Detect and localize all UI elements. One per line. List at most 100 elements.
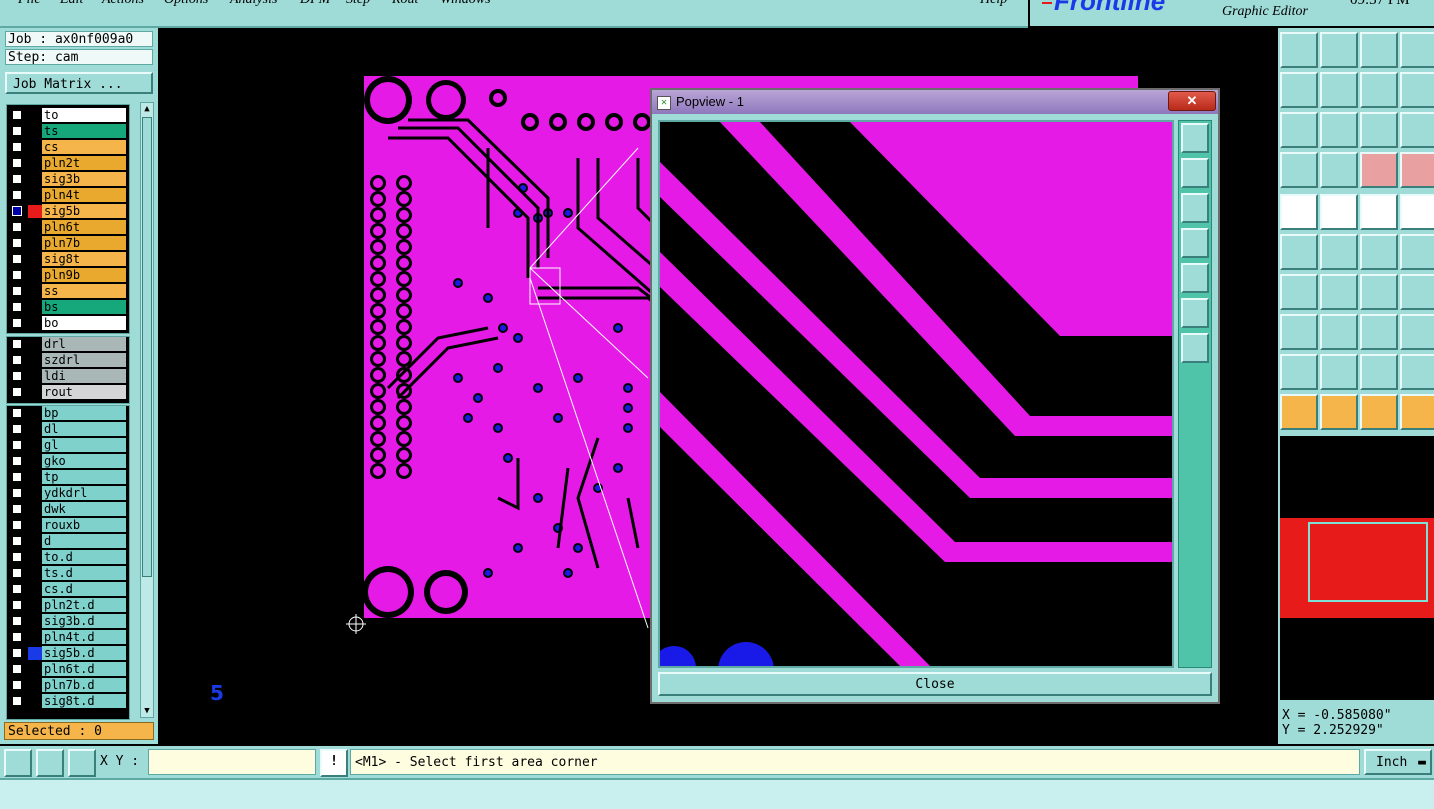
minus-icon[interactable]	[1320, 314, 1358, 350]
expand-icon[interactable]	[1181, 333, 1209, 363]
layer-row[interactable]: pln7b.d	[8, 678, 126, 693]
layer-row[interactable]: pln6t	[8, 220, 126, 235]
overview-window[interactable]	[1308, 522, 1428, 602]
popview-viewport[interactable]	[658, 120, 1174, 668]
layer-name[interactable]: d	[42, 534, 126, 548]
layer-checkbox[interactable]	[12, 387, 22, 397]
layer-name[interactable]: sig5b.d	[42, 646, 126, 660]
layer-name[interactable]: sig8t.d	[42, 694, 126, 708]
select-box-icon[interactable]	[1320, 394, 1358, 430]
overview-map[interactable]	[1280, 436, 1434, 700]
layer-name[interactable]: pln2t	[42, 156, 126, 170]
menu-options[interactable]: Options	[164, 0, 208, 8]
scroll-up-icon[interactable]: ▲	[142, 104, 152, 114]
layer-checkbox[interactable]	[12, 339, 22, 349]
connect-icon[interactable]	[1280, 234, 1318, 270]
layer-name[interactable]: bo	[42, 316, 126, 330]
grid-icon[interactable]	[1320, 152, 1358, 188]
layer-row[interactable]: ldi	[8, 369, 126, 384]
layer-checkbox[interactable]	[12, 318, 22, 328]
rotate-icon[interactable]	[1360, 274, 1398, 310]
layer-name[interactable]: sig8t	[42, 252, 126, 266]
layer-row[interactable]: rouxb	[8, 518, 126, 533]
layer-checkbox[interactable]	[12, 158, 22, 168]
layer-checkbox[interactable]	[12, 552, 22, 562]
pad-add-icon[interactable]	[1280, 314, 1318, 350]
layer-name[interactable]: pln4t.d	[42, 630, 126, 644]
layer-name[interactable]: to	[42, 108, 126, 122]
layer-row[interactable]: dwk	[8, 502, 126, 517]
layer-row[interactable]: dl	[8, 422, 126, 437]
layer-checkbox[interactable]	[12, 302, 22, 312]
layer-row[interactable]: sig3b	[8, 172, 126, 187]
menu-windows[interactable]: Windows	[440, 0, 491, 8]
layer-name[interactable]: tp	[42, 470, 126, 484]
layer-name[interactable]: pln6t.d	[42, 662, 126, 676]
triangle-fill-icon[interactable]	[1360, 354, 1398, 390]
layer-name[interactable]: pln9b	[42, 268, 126, 282]
layer-row[interactable]: gl	[8, 438, 126, 453]
layer-name[interactable]: pln7b	[42, 236, 126, 250]
snap-icon[interactable]	[1360, 152, 1398, 188]
alert-icon[interactable]: !	[320, 749, 348, 777]
layer-row[interactable]: to.d	[8, 550, 126, 565]
layer-checkbox[interactable]	[12, 616, 22, 626]
home-icon[interactable]	[1360, 32, 1398, 68]
layer-row[interactable]: pln7b	[8, 236, 126, 251]
menu-step[interactable]: Step	[346, 0, 370, 8]
menu-dfm[interactable]: DFM	[300, 0, 330, 8]
layer-name[interactable]: ldi	[42, 369, 126, 383]
select-free-icon[interactable]	[1400, 394, 1434, 430]
layer-checkbox[interactable]	[12, 568, 22, 578]
layer-checkbox[interactable]	[12, 270, 22, 280]
scroll-thumb[interactable]	[142, 117, 152, 577]
layer-row[interactable]: drl	[8, 337, 126, 352]
layer-name[interactable]: rout	[42, 385, 126, 399]
layer-row[interactable]: ts	[8, 124, 126, 139]
layer-row[interactable]: bs	[8, 300, 126, 315]
layer-checkbox[interactable]	[12, 222, 22, 232]
resize-icon[interactable]	[1360, 314, 1398, 350]
layer-row[interactable]: sig5b.d	[8, 646, 126, 661]
layer-name[interactable]: cs	[42, 140, 126, 154]
measure-icon[interactable]	[36, 749, 64, 777]
layer-name[interactable]: pln7b.d	[42, 678, 126, 692]
layer-checkbox[interactable]	[12, 126, 22, 136]
layer-checkbox[interactable]	[12, 190, 22, 200]
select-icon[interactable]	[1280, 394, 1318, 430]
layer-name[interactable]: gl	[42, 438, 126, 452]
open-icon[interactable]	[1280, 32, 1318, 68]
layer-row[interactable]: cs.d	[8, 582, 126, 597]
close-icon[interactable]: ✕	[1168, 91, 1216, 111]
layer-checkbox[interactable]	[12, 424, 22, 434]
layer-checkbox[interactable]	[12, 238, 22, 248]
layer-name[interactable]: szdrl	[42, 353, 126, 367]
menu-actions[interactable]: Actions	[102, 0, 144, 8]
layer-name[interactable]: bs	[42, 300, 126, 314]
menu-file[interactable]: File	[18, 0, 41, 8]
layer-checkbox[interactable]	[12, 440, 22, 450]
layer-row[interactable]: bp	[8, 406, 126, 421]
units-select[interactable]: Inch ▬	[1364, 749, 1432, 775]
layer-row[interactable]: pln9b	[8, 268, 126, 283]
popview-close-button[interactable]: Close	[658, 672, 1212, 696]
cross-icon[interactable]	[1320, 234, 1358, 270]
layer-checkbox[interactable]	[12, 664, 22, 674]
triangle-ext-icon[interactable]	[1400, 354, 1434, 390]
zoom-home-icon[interactable]	[1181, 123, 1209, 153]
snap-alt-icon[interactable]	[1400, 152, 1434, 188]
arc-icon[interactable]	[1320, 274, 1358, 310]
layer-row[interactable]: pln4t	[8, 188, 126, 203]
layer-row[interactable]: sig8t	[8, 252, 126, 267]
group-icon[interactable]	[1400, 314, 1434, 350]
route-icon[interactable]	[1360, 234, 1398, 270]
pan-right-icon[interactable]	[1181, 263, 1209, 293]
layer-name[interactable]: rouxb	[42, 518, 126, 532]
layer-name[interactable]: cs.d	[42, 582, 126, 596]
layer-checkbox[interactable]	[12, 536, 22, 546]
layer-row[interactable]: ss	[8, 284, 126, 299]
zoom-fit-icon[interactable]	[1280, 112, 1318, 148]
layer-row[interactable]: ydkdrl	[8, 486, 126, 501]
layer-row[interactable]: pln6t.d	[8, 662, 126, 677]
triangle-icon[interactable]	[1280, 354, 1318, 390]
